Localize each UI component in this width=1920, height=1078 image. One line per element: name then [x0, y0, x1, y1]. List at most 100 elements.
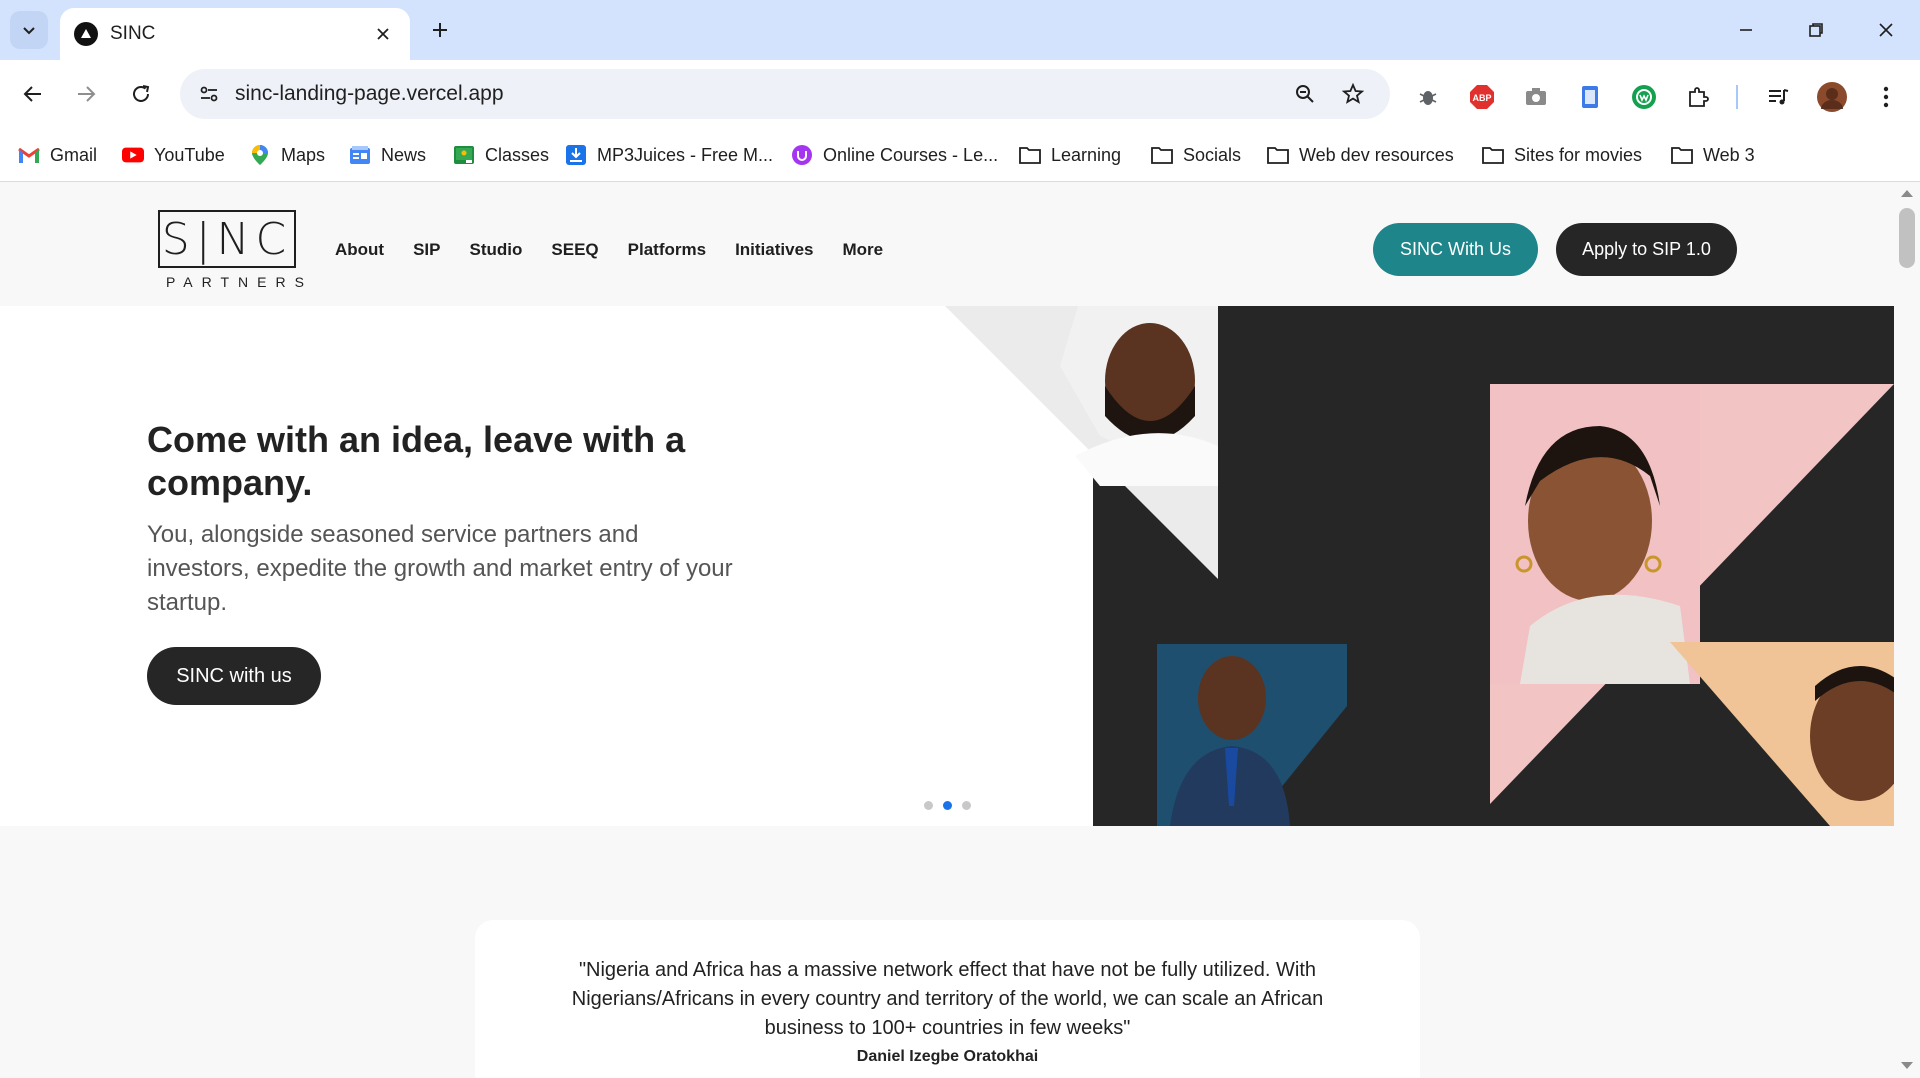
arrow-right-icon	[78, 86, 96, 102]
minimize-icon	[1740, 29, 1752, 31]
bookmark-folder-web3[interactable]: Web 3	[1671, 140, 1755, 170]
site-header: S|NC PARTNERS About SIP Studio SEEQ Plat…	[0, 182, 1894, 306]
sinc-logo[interactable]: S|NC PARTNERS	[158, 210, 304, 290]
toolbar-divider	[1735, 80, 1739, 114]
bookmark-label: Online Courses - Le...	[823, 144, 999, 165]
testimonial-card: "Nigeria and Africa has a massive networ…	[475, 920, 1420, 1078]
bookmark-star-icon[interactable]	[1338, 79, 1368, 109]
folder-icon	[1671, 144, 1693, 166]
bookmark-label: Web 3	[1703, 144, 1755, 165]
carousel-dot-2[interactable]	[943, 801, 952, 810]
camera-icon[interactable]	[1519, 80, 1553, 114]
reload-icon	[133, 85, 150, 102]
chrome-menu-icon[interactable]	[1869, 80, 1903, 114]
bookmark-folder-web-dev[interactable]: Web dev resources	[1267, 140, 1454, 170]
bookmark-label: News	[381, 144, 427, 165]
clipboard-extension-icon[interactable]	[1573, 80, 1607, 114]
testimonial-author: Daniel Izegbe Oratokhai	[856, 1048, 1039, 1065]
nav-seeq[interactable]: SEEQ	[551, 240, 598, 260]
folder-icon	[1151, 144, 1173, 166]
folder-icon	[1267, 144, 1289, 166]
bookmark-label: Classes	[485, 144, 550, 165]
bookmark-maps[interactable]: Maps	[249, 140, 325, 170]
site-info-icon[interactable]	[194, 79, 224, 109]
bookmark-folder-socials[interactable]: Socials	[1151, 140, 1241, 170]
logo-mark: S|NC	[158, 210, 296, 268]
bookmark-label: Socials	[1183, 144, 1242, 165]
bookmark-mp3juices[interactable]: MP3Juices - Free M...	[565, 140, 773, 170]
page-scrollbar[interactable]	[1894, 182, 1920, 1078]
bookmark-label: Maps	[281, 144, 326, 165]
nav-sip[interactable]: SIP	[413, 240, 440, 260]
bookmark-youtube[interactable]: YouTube	[122, 140, 225, 170]
bookmark-online-courses[interactable]: Online Courses - Le...	[791, 140, 998, 170]
bookmarks-bar: Gmail YouTube Maps News Classes MP3Juice…	[0, 128, 1920, 182]
minimize-button[interactable]	[1718, 10, 1774, 50]
new-tab-button[interactable]	[424, 14, 456, 46]
svg-text:ABP: ABP	[1472, 93, 1491, 103]
bookmark-label: Learning	[1051, 144, 1122, 165]
carousel-dot-3[interactable]	[962, 801, 971, 810]
restore-button[interactable]	[1788, 10, 1844, 50]
close-window-button[interactable]	[1858, 10, 1914, 50]
gmail-icon	[18, 144, 40, 166]
url-text[interactable]: sinc-landing-page.vercel.app	[235, 82, 504, 106]
bookmark-news[interactable]: News	[349, 140, 426, 170]
sinc-with-us-button[interactable]: SINC With Us	[1373, 223, 1538, 276]
adblock-icon[interactable]: ABP	[1465, 80, 1499, 114]
close-tab-icon[interactable]	[370, 21, 396, 47]
hero-section: Come with an idea, leave with a company.…	[0, 306, 1894, 826]
scroll-down-arrow-icon[interactable]	[1901, 1062, 1913, 1069]
bookmark-label: Sites for movies	[1514, 144, 1643, 165]
folder-icon	[1019, 144, 1041, 166]
bookmark-classes[interactable]: Classes	[453, 140, 549, 170]
web-page: S|NC PARTNERS About SIP Studio SEEQ Plat…	[0, 182, 1894, 1078]
forward-button[interactable]	[66, 74, 106, 114]
profile-avatar[interactable]	[1815, 80, 1849, 114]
media-control-icon[interactable]	[1761, 80, 1795, 114]
bookmark-label: MP3Juices - Free M...	[597, 144, 774, 165]
carousel-dot-1[interactable]	[924, 801, 933, 810]
bug-extension-icon[interactable]	[1411, 80, 1445, 114]
apply-to-sip-button[interactable]: Apply to SIP 1.0	[1556, 223, 1737, 276]
scrollbar-thumb[interactable]	[1899, 208, 1915, 268]
close-icon	[1879, 23, 1893, 37]
classes-icon	[453, 144, 475, 166]
bookmark-folder-learning[interactable]: Learning	[1019, 140, 1121, 170]
plus-icon	[433, 23, 447, 37]
hero-sinc-with-us-button[interactable]: SINC with us	[147, 647, 321, 705]
chevron-down-icon	[23, 27, 35, 35]
hero-subtitle: You, alongside seasoned service partners…	[147, 521, 733, 616]
nav-platforms[interactable]: Platforms	[628, 240, 706, 260]
maps-icon	[249, 144, 271, 166]
main-nav: About SIP Studio SEEQ Platforms Initiati…	[335, 240, 883, 260]
reload-button[interactable]	[121, 74, 161, 114]
extensions-puzzle-icon[interactable]	[1681, 80, 1715, 114]
udemy-icon	[791, 144, 813, 166]
tab-search-button[interactable]	[10, 11, 48, 49]
grammar-extension-icon[interactable]	[1627, 80, 1661, 114]
nav-about[interactable]: About	[335, 240, 384, 260]
hero-title: Come with an idea, leave with a company.	[147, 419, 686, 503]
bookmark-gmail[interactable]: Gmail	[18, 140, 97, 170]
address-bar[interactable]: sinc-landing-page.vercel.app	[180, 69, 1390, 119]
testimonial-quote: "Nigeria and Africa has a massive networ…	[571, 959, 1324, 1039]
nav-initiatives[interactable]: Initiatives	[735, 240, 813, 260]
download-icon	[565, 144, 587, 166]
back-button[interactable]	[13, 74, 53, 114]
bookmark-label: YouTube	[154, 144, 225, 165]
vercel-favicon-icon	[74, 22, 98, 46]
folder-icon	[1482, 144, 1504, 166]
bookmark-folder-movies[interactable]: Sites for movies	[1482, 140, 1642, 170]
carousel-dots	[924, 801, 971, 810]
zoom-icon[interactable]	[1290, 79, 1320, 109]
browser-tab-bar: SINC	[0, 0, 1920, 60]
nav-studio[interactable]: Studio	[470, 240, 523, 260]
browser-tab[interactable]: SINC	[60, 8, 410, 60]
nav-more[interactable]: More	[842, 240, 883, 260]
bookmark-label: Gmail	[50, 144, 98, 165]
bookmark-label: Web dev resources	[1299, 144, 1454, 165]
tab-title: SINC	[110, 23, 156, 44]
restore-icon	[1809, 23, 1823, 37]
scroll-up-arrow-icon[interactable]	[1901, 190, 1913, 197]
